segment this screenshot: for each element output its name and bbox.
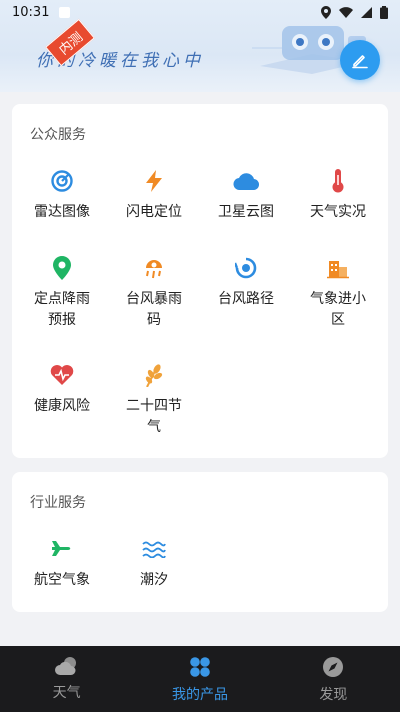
item-label: 潮汐 [140, 572, 168, 588]
wheat-icon [141, 362, 167, 388]
typhoon-path-item[interactable]: 台风路径 [200, 255, 292, 310]
nav-label: 我的产品 [171, 687, 228, 703]
item-label: 台风路径 [218, 291, 274, 307]
public-services-card: 公众服务 雷达图像 闪电定位 卫星云图 天气实况 定点降雨预报 台风暴雨码 台风… [12, 104, 388, 458]
section-title: 行业服务 [30, 495, 86, 511]
typhoon-rain-code-item[interactable]: 台风暴雨码 [108, 255, 200, 331]
nav-tab-weather[interactable]: 天气 [0, 646, 133, 712]
aviation-weather-item[interactable]: 航空气象 [16, 536, 108, 591]
item-label: 气象进小区 [310, 291, 366, 328]
location-pin-icon [49, 255, 75, 281]
notification-icon [59, 6, 71, 18]
edit-button[interactable] [340, 40, 380, 80]
thermometer-icon [325, 168, 351, 194]
grid-icon [190, 657, 210, 677]
radar-image-item[interactable]: 雷达图像 [16, 168, 108, 223]
nav-label: 天气 [52, 685, 81, 701]
item-label: 天气实况 [310, 204, 366, 220]
item-label: 卫星云图 [218, 204, 274, 220]
header-banner: 10:31 你的冷暖在我心中 内测 [0, 0, 400, 92]
satellite-cloud-item[interactable]: 卫星云图 [200, 168, 292, 223]
radar-icon [49, 168, 75, 194]
nav-tab-my-products[interactable]: 我的产品 [133, 646, 266, 712]
waves-icon [141, 536, 167, 562]
item-label: 闪电定位 [126, 204, 182, 220]
weather-community-item[interactable]: 气象进小区 [292, 255, 384, 331]
item-label: 二十四节气 [126, 398, 182, 435]
solar-terms-item[interactable]: 二十四节气 [108, 362, 200, 438]
item-label: 台风暴雨码 [126, 291, 182, 328]
industry-services-card: 行业服务 航空气象 潮汐 [12, 472, 388, 612]
compass-icon [323, 657, 344, 677]
bottom-nav: 天气 我的产品 发现 [0, 646, 400, 712]
section-title: 公众服务 [30, 127, 86, 143]
signal-icon [361, 6, 372, 18]
item-label: 雷达图像 [34, 204, 90, 220]
lightning-icon [141, 168, 167, 194]
health-risk-item[interactable]: 健康风险 [16, 362, 108, 417]
heart-pulse-icon [49, 362, 75, 388]
item-label: 航空气象 [34, 572, 90, 588]
weather-live-item[interactable]: 天气实况 [292, 168, 384, 223]
typhoon-icon [233, 255, 259, 281]
location-icon [321, 5, 331, 19]
status-time: 10:31 [12, 4, 50, 20]
pencil-icon [352, 55, 368, 69]
cloud-icon [233, 168, 259, 194]
tide-item[interactable]: 潮汐 [108, 536, 200, 591]
airplane-icon [49, 536, 75, 562]
status-icons [321, 5, 388, 19]
item-label: 定点降雨预报 [34, 291, 90, 328]
nav-label: 发现 [319, 687, 348, 703]
lightning-location-item[interactable]: 闪电定位 [108, 168, 200, 223]
battery-icon [380, 5, 388, 19]
item-label: 健康风险 [34, 398, 90, 414]
typhoon-rain-icon [141, 255, 167, 281]
wifi-icon [339, 6, 353, 18]
point-rain-forecast-item[interactable]: 定点降雨预报 [16, 255, 108, 331]
weather-cloud-icon [54, 657, 76, 675]
building-icon [325, 255, 351, 281]
nav-tab-discover[interactable]: 发现 [267, 646, 400, 712]
